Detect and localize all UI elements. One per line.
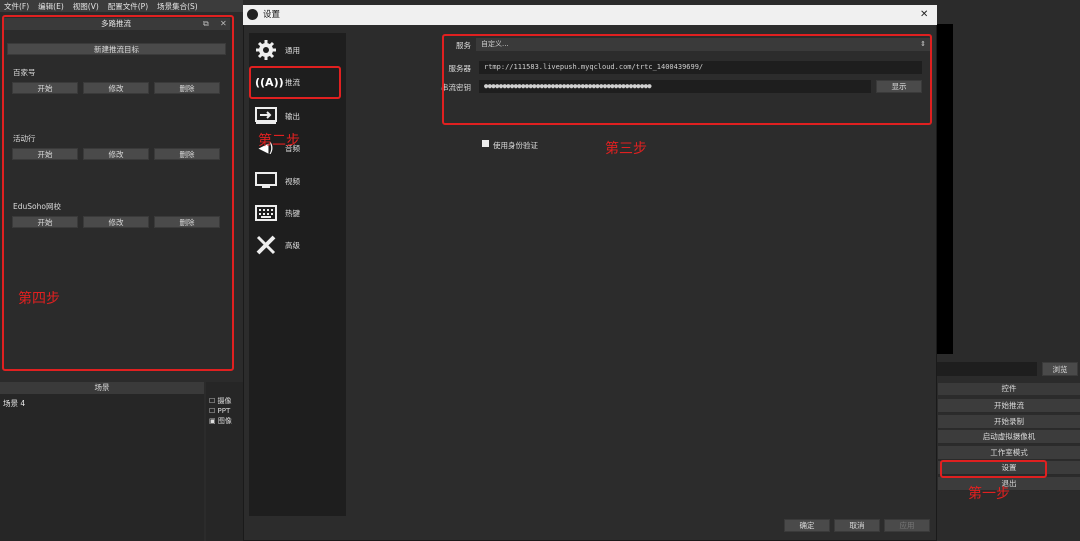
- ok-button[interactable]: 确定: [784, 519, 830, 532]
- start-recording-button[interactable]: 开始录制: [938, 415, 1080, 429]
- source-visibility-icon[interactable]: ☐: [209, 397, 218, 405]
- controls-title: 控件: [938, 383, 1080, 395]
- step1-highlight: [940, 460, 1047, 478]
- monitor-icon: [255, 172, 277, 188]
- gear-icon: [256, 40, 276, 60]
- nav-general[interactable]: 通用: [249, 35, 346, 65]
- menu-view[interactable]: 视图(V): [73, 1, 99, 12]
- menu-bar: 文件(F) 编辑(E) 视图(V) 配置文件(P) 场景集合(S): [0, 0, 243, 12]
- image-icon: ▣: [209, 417, 218, 425]
- nav-output[interactable]: 输出: [249, 101, 346, 131]
- nav-advanced[interactable]: 高级: [249, 230, 346, 260]
- step4-highlight: [2, 15, 234, 371]
- virtual-camera-button[interactable]: 启动虚拟摄像机: [938, 430, 1080, 444]
- source-visibility-icon[interactable]: ☐: [209, 407, 218, 415]
- scene-item[interactable]: 场景 4: [0, 394, 204, 413]
- path-field[interactable]: [937, 362, 1037, 376]
- step1-label: 第一步: [968, 486, 1010, 502]
- menu-file[interactable]: 文件(F): [4, 1, 29, 12]
- scenes-panel: 场景 场景 4: [0, 382, 204, 541]
- source-item[interactable]: ▣ 图像: [209, 416, 246, 426]
- menu-profile[interactable]: 配置文件(P): [108, 1, 148, 12]
- step2-label: 第二步: [258, 133, 300, 149]
- menu-scene-collection[interactable]: 场景集合(S): [157, 1, 198, 12]
- dialog-close-icon[interactable]: ✕: [920, 9, 928, 20]
- auth-checkbox[interactable]: [482, 140, 489, 147]
- browse-button[interactable]: 浏览: [1042, 362, 1078, 376]
- apply-button[interactable]: 应用: [884, 519, 930, 532]
- preview-area: [937, 24, 953, 354]
- cancel-button[interactable]: 取消: [834, 519, 880, 532]
- source-item[interactable]: ☐ 摄像: [209, 396, 246, 406]
- nav-hotkeys[interactable]: 热键: [249, 198, 346, 228]
- sources-panel: ☐ 摄像 ☐ PPT ▣ 图像: [206, 382, 246, 541]
- step3-label: 第三步: [605, 141, 647, 157]
- dialog-title: 设置: [263, 10, 281, 20]
- step3-box: [442, 34, 932, 125]
- output-icon: [255, 107, 277, 124]
- obs-logo-icon: [247, 9, 258, 20]
- scenes-title: 场景: [0, 382, 204, 394]
- tools-icon: [256, 235, 276, 255]
- keyboard-icon: [255, 205, 277, 221]
- auth-label: 使用身份验证: [493, 141, 538, 150]
- step2-highlight: [249, 66, 341, 99]
- step4-label: 第四步: [18, 291, 60, 307]
- settings-titlebar: 设置: [243, 5, 937, 25]
- start-streaming-button[interactable]: 开始推流: [938, 399, 1080, 413]
- source-item[interactable]: ☐ PPT: [209, 406, 246, 416]
- nav-video[interactable]: 视频: [249, 166, 346, 196]
- settings-sidebar: 通用 ((A)) 推流 输出 ◀) 音频 视频 热键 高级: [249, 33, 346, 516]
- studio-mode-button[interactable]: 工作室模式: [938, 446, 1080, 460]
- menu-edit[interactable]: 编辑(E): [38, 1, 64, 12]
